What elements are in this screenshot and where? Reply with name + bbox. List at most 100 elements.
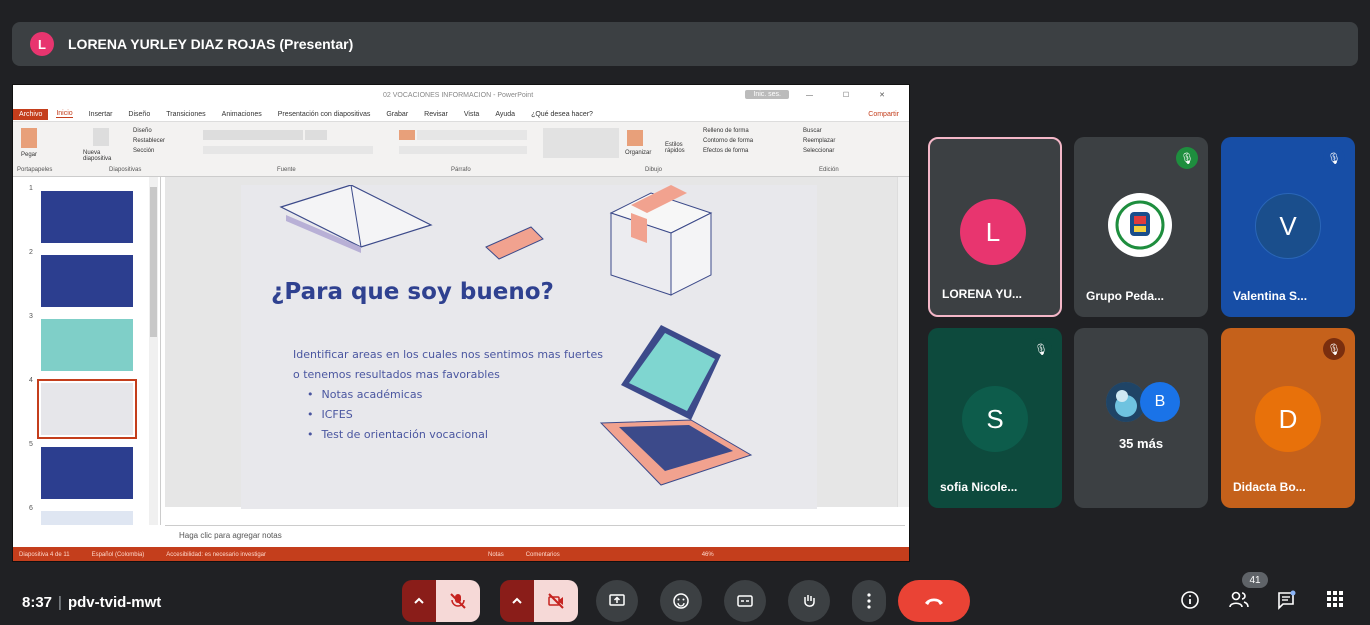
camera-toggle-button[interactable]	[534, 580, 578, 622]
slide-body: Identificar areas en los cuales nos sent…	[293, 345, 603, 445]
ppt-tab-grabar[interactable]: Grabar	[386, 111, 408, 118]
select-button[interactable]: Seleccionar	[803, 148, 834, 154]
mic-toggle-button[interactable]	[436, 580, 480, 622]
font-name-box[interactable]	[203, 130, 303, 140]
current-slide[interactable]: ¿Para que soy bueno? Identificar areas e…	[241, 185, 817, 509]
ppt-tell-me-search[interactable]: ¿Qué desea hacer?	[531, 111, 593, 118]
thumb-number: 4	[29, 377, 33, 384]
slide-thumbnail[interactable]	[41, 447, 133, 499]
status-comments-button[interactable]: Comentarios	[526, 552, 560, 558]
meeting-info: 8:37 | pdv-tvid-mwt	[22, 594, 161, 611]
alignment-buttons[interactable]	[399, 146, 527, 154]
presenter-avatar: L	[30, 32, 54, 56]
group-portapapeles: Portapapeles	[17, 167, 53, 173]
ppt-tab-vista[interactable]: Vista	[464, 111, 479, 118]
book-illustration	[279, 185, 433, 253]
participant-tile-lorena[interactable]: L LORENA YU...	[928, 137, 1062, 317]
ppt-status-bar: Diapositiva 4 de 11 Español (Colombia) A…	[13, 547, 909, 561]
camera-options-chevron[interactable]	[500, 580, 534, 622]
slide-scrollbar[interactable]	[897, 177, 909, 507]
arrange-icon[interactable]	[627, 130, 643, 146]
reset-button[interactable]: Restablecer	[133, 138, 165, 144]
participant-tile-grupo[interactable]: 🎙 Grupo Peda...	[1074, 137, 1208, 317]
slide-thumbnail-selected[interactable]	[37, 379, 137, 439]
ppt-tab-inicio[interactable]: Inicio	[56, 110, 73, 118]
font-format-buttons[interactable]	[203, 146, 373, 154]
notes-pane[interactable]: Haga clic para agregar notas	[165, 525, 905, 547]
window-controls[interactable]: — ☐ ✕	[806, 91, 899, 99]
participant-tile-didacta[interactable]: 🎙 D Didacta Bo...	[1221, 328, 1355, 508]
presenter-bar: L LORENA YURLEY DIAZ ROJAS (Presentar)	[12, 22, 1358, 66]
ppt-tab-presentacion[interactable]: Presentación con diapositivas	[278, 111, 371, 118]
shapes-gallery[interactable]	[543, 128, 619, 158]
status-language[interactable]: Español (Colombia)	[92, 552, 145, 558]
participants-button[interactable]	[1228, 590, 1250, 615]
slide-intro-line-2: o tenemos resultados mas favorables	[293, 368, 500, 381]
font-size-box[interactable]	[305, 130, 327, 140]
status-zoom[interactable]: 46%	[702, 552, 714, 558]
ppt-tab-animaciones[interactable]: Animaciones	[222, 111, 262, 118]
participant-tile-sofia[interactable]: 🎙 S sofia Nicole...	[928, 328, 1062, 508]
meeting-separator: |	[58, 594, 62, 611]
captions-button[interactable]	[724, 580, 766, 622]
slide-title: ¿Para que soy bueno?	[271, 279, 554, 305]
thumb-number: 5	[29, 441, 33, 448]
present-screen-button[interactable]	[596, 580, 638, 622]
ppt-share-button[interactable]: Compartir	[868, 111, 899, 118]
ppt-signin-button[interactable]: Inic. ses.	[745, 90, 789, 99]
new-slide-icon[interactable]	[93, 128, 109, 146]
more-participants-tile[interactable]: B 35 más	[1074, 328, 1208, 508]
quick-styles-label[interactable]: Estilos rápidos	[665, 142, 693, 154]
find-button[interactable]: Buscar	[803, 128, 822, 134]
thumbnails-scroll-thumb[interactable]	[150, 187, 157, 337]
thumb-number: 6	[29, 505, 33, 512]
slide-bullet: Notas académicas	[293, 385, 603, 405]
shape-fill-button[interactable]: Relleno de forma	[703, 128, 749, 134]
participant-name: Valentina S...	[1233, 289, 1308, 303]
activities-button[interactable]	[1326, 590, 1344, 613]
shape-effects-button[interactable]: Efectos de forma	[703, 148, 748, 154]
meet-window: L LORENA YURLEY DIAZ ROJAS (Presentar) 0…	[0, 0, 1370, 625]
participant-avatar: B	[1140, 382, 1180, 422]
leave-call-button[interactable]	[898, 580, 970, 622]
chat-button[interactable]	[1276, 590, 1296, 615]
status-notes-button[interactable]: Notas	[488, 552, 504, 558]
school-logo-avatar	[1108, 193, 1172, 257]
meeting-code[interactable]: pdv-tvid-mwt	[68, 594, 161, 611]
ppt-tab-revisar[interactable]: Revisar	[424, 111, 448, 118]
replace-button[interactable]: Reemplazar	[803, 138, 835, 144]
paste-icon[interactable]	[21, 128, 37, 148]
reactions-button[interactable]	[660, 580, 702, 622]
ppt-tab-diseno[interactable]: Diseño	[128, 111, 150, 118]
group-diapositivas: Diapositivas	[109, 167, 142, 173]
slide-thumbnail[interactable]	[41, 191, 133, 243]
group-dibujo: Dibujo	[645, 167, 663, 173]
section-button[interactable]: Sección	[133, 148, 154, 154]
ppt-tab-ayuda[interactable]: Ayuda	[495, 111, 515, 118]
slide-thumbnail[interactable]	[41, 319, 133, 371]
ppt-tab-archivo[interactable]: Archivo	[13, 108, 49, 120]
phone-illustration	[485, 226, 544, 260]
slide-thumbnail[interactable]	[41, 511, 133, 525]
raise-hand-button[interactable]	[788, 580, 830, 622]
ppt-tab-insertar[interactable]: Insertar	[89, 111, 113, 118]
ppt-title-bar: 02 VOCACIONES INFORMACION - PowerPoint I…	[13, 85, 909, 107]
slide-thumbnail[interactable]	[41, 255, 133, 307]
status-accessibility[interactable]: Accesibilidad: es necesario investigar	[166, 552, 266, 558]
new-slide-label: Nueva diapositiva	[83, 150, 112, 162]
mic-off-icon: 🎙	[1323, 338, 1345, 360]
mic-options-chevron[interactable]	[402, 580, 436, 622]
more-options-button[interactable]	[852, 580, 886, 622]
participant-name: Didacta Bo...	[1233, 480, 1306, 494]
more-participants-label: 35 más	[1118, 436, 1164, 451]
layout-button[interactable]: Diseño	[133, 128, 152, 134]
participant-avatar: L	[960, 199, 1026, 265]
paragraph-buttons[interactable]	[417, 130, 527, 140]
shape-outline-button[interactable]: Contorno de forma	[703, 138, 753, 144]
participant-tile-valentina[interactable]: 🎙 V Valentina S...	[1221, 137, 1355, 317]
meeting-details-button[interactable]	[1180, 590, 1200, 615]
ppt-tab-transiciones[interactable]: Transiciones	[166, 111, 205, 118]
raise-hand-icon	[804, 595, 815, 607]
bullets-icon[interactable]	[399, 130, 415, 140]
emoji-icon	[673, 593, 689, 609]
